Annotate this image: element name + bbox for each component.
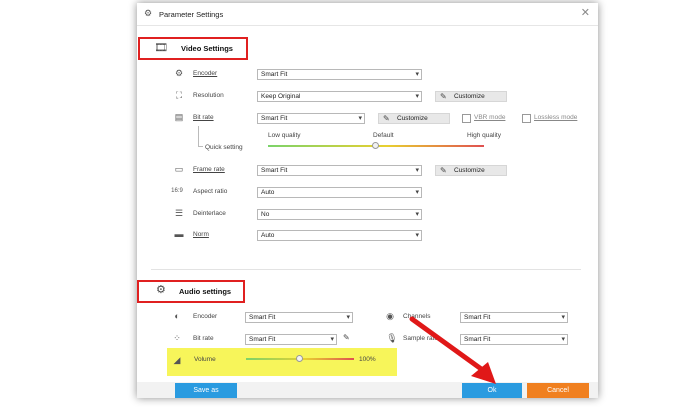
- annotation-arrow: [409, 316, 496, 384]
- arrow-shaft: [409, 316, 487, 374]
